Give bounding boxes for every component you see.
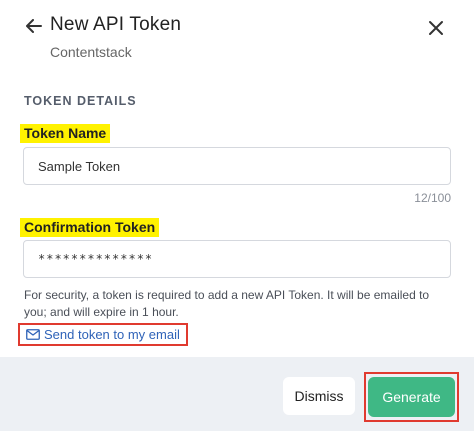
help-text: For security, a token is required to add… — [24, 288, 430, 319]
generate-button[interactable]: Generate — [368, 377, 455, 417]
generate-highlight: Generate — [364, 372, 459, 422]
arrow-left-icon — [26, 19, 42, 33]
close-button[interactable] — [424, 16, 448, 40]
send-token-link[interactable]: Send token to my email — [18, 323, 188, 346]
modal-header: New API Token Contentstack — [0, 0, 474, 70]
char-counter: 12/100 — [414, 191, 451, 205]
back-button[interactable] — [22, 14, 46, 38]
token-name-input[interactable]: Sample Token — [23, 147, 451, 185]
modal-footer: Dismiss Generate — [0, 357, 474, 431]
modal-title: New API Token — [50, 14, 182, 35]
send-token-link-label: Send token to my email — [44, 327, 180, 342]
section-heading: TOKEN DETAILS — [24, 94, 137, 108]
mail-icon — [26, 329, 40, 340]
confirmation-token-input[interactable]: ************** — [23, 240, 451, 278]
confirmation-token-label: Confirmation Token — [20, 218, 160, 237]
token-name-label: Token Name — [20, 124, 111, 143]
modal-subtitle: Contentstack — [50, 44, 132, 60]
close-icon — [429, 21, 443, 35]
dismiss-button[interactable]: Dismiss — [283, 377, 355, 415]
